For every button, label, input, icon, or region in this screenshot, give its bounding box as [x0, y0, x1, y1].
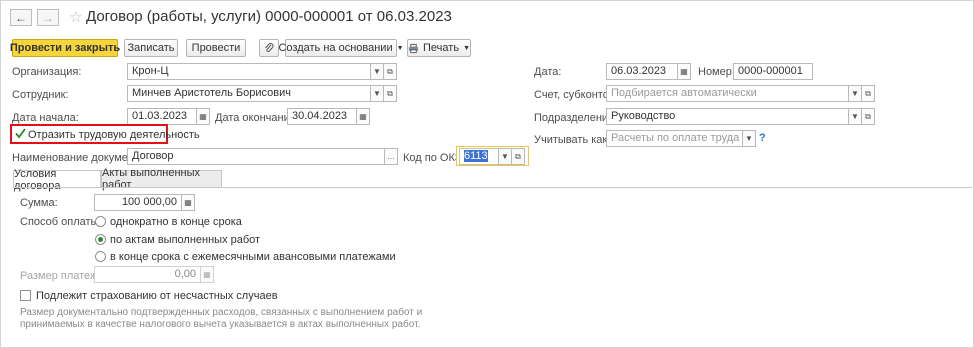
payment-size-field[interactable]: 0,00: [94, 266, 201, 283]
okz-dropdown-button[interactable]: ▼: [498, 148, 512, 165]
start-date-label: Дата начала:: [12, 112, 79, 124]
open-link-icon: ⧉: [865, 88, 871, 98]
account-field[interactable]: Подбирается автоматически: [606, 85, 854, 102]
account-as-dropdown-button[interactable]: ▼: [742, 130, 756, 147]
department-label: Подразделение:: [534, 112, 618, 124]
payment-method-label: Способ оплаты:: [20, 216, 102, 228]
date-field[interactable]: 06.03.2023: [606, 63, 678, 80]
number-label: Номер:: [698, 66, 735, 78]
tab-divider: [13, 187, 972, 188]
arrow-left-icon: ←: [15, 10, 27, 25]
employee-open-button[interactable]: ⧉: [383, 85, 397, 102]
okz-selected-text: 6113: [464, 150, 488, 162]
date-calendar-button[interactable]: ▦: [677, 63, 691, 80]
organization-label: Организация:: [12, 66, 82, 78]
post-and-close-button[interactable]: Провести и закрыть: [10, 39, 120, 57]
save-button[interactable]: Записать: [124, 39, 178, 57]
paperclip-icon: [265, 43, 274, 53]
calendar-icon: ▦: [199, 112, 207, 121]
employee-field[interactable]: Минчев Аристотель Борисович: [127, 85, 371, 102]
tab-contract-terms[interactable]: Условия договора: [13, 168, 101, 192]
tab-acts[interactable]: Акты выполненных работ: [101, 167, 222, 191]
department-open-button[interactable]: ⧉: [861, 108, 875, 125]
insurance-label: Подлежит страхованию от несчастных случа…: [36, 290, 278, 302]
payment-option-monthly-radio[interactable]: [95, 251, 106, 262]
organization-open-button[interactable]: ⧉: [383, 63, 397, 80]
calendar-icon: ▦: [359, 112, 367, 121]
favorite-star-icon[interactable]: ☆: [69, 8, 82, 26]
forward-button[interactable]: →: [37, 9, 59, 26]
chevron-down-icon: ▼: [373, 89, 381, 98]
help-icon[interactable]: ?: [759, 132, 766, 144]
chevron-down-icon: ▼: [373, 67, 381, 76]
document-name-field[interactable]: Договор: [127, 148, 385, 165]
open-link-icon: ⧉: [865, 111, 871, 121]
account-as-field[interactable]: Расчеты по оплате труда: [606, 130, 743, 147]
account-dropdown-button[interactable]: ▼: [848, 85, 862, 102]
sum-label: Сумма:: [20, 197, 58, 209]
sum-calculator-button[interactable]: ▦: [181, 194, 195, 211]
print-button[interactable]: Печать ▼: [407, 39, 471, 57]
info-note: Размер документально подтвержденных расх…: [20, 307, 423, 330]
create-based-button[interactable]: Создать на основании ▼: [278, 39, 404, 57]
create-based-label: Создать на основании: [278, 42, 393, 54]
back-button[interactable]: ←: [10, 9, 32, 26]
calculator-icon: ▦: [184, 198, 192, 207]
calendar-icon: ▦: [680, 67, 688, 76]
number-field[interactable]: 0000-000001: [733, 63, 813, 80]
sum-field[interactable]: 100 000,00: [94, 194, 182, 211]
date-label: Дата:: [534, 66, 562, 78]
open-link-icon: ⧉: [515, 151, 521, 161]
print-label: Печать: [423, 42, 460, 54]
labor-activity-checkbox[interactable]: [15, 128, 26, 139]
chevron-down-icon: ▼: [501, 152, 509, 161]
employee-label: Сотрудник:: [12, 89, 69, 101]
checkmark-icon: [15, 128, 26, 139]
department-dropdown-button[interactable]: ▼: [848, 108, 862, 125]
organization-field[interactable]: Крон-Ц: [127, 63, 371, 80]
account-label: Счет, субконто:: [534, 89, 612, 101]
start-date-field[interactable]: 01.03.2023: [127, 108, 197, 125]
payment-option-once-radio[interactable]: [95, 216, 106, 227]
start-date-calendar-button[interactable]: ▦: [196, 108, 210, 125]
department-field[interactable]: Руководство: [606, 108, 854, 125]
attach-button[interactable]: [259, 39, 279, 57]
chevron-down-icon: ▼: [463, 44, 470, 52]
end-date-calendar-button[interactable]: ▦: [356, 108, 370, 125]
arrow-right-icon: →: [42, 10, 54, 25]
payment-option-acts-radio[interactable]: [95, 234, 106, 245]
payment-size-calculator-button[interactable]: ▦: [200, 266, 214, 283]
employee-dropdown-button[interactable]: ▼: [370, 85, 384, 102]
labor-activity-label: Отразить трудовую деятельность: [28, 129, 200, 141]
chevron-down-icon: ▼: [396, 44, 404, 52]
account-as-label: Учитывать как:: [534, 134, 611, 146]
document-name-more-button[interactable]: …: [384, 148, 398, 165]
ellipsis-icon: …: [387, 152, 395, 161]
post-button[interactable]: Провести: [186, 39, 246, 57]
open-link-icon: ⧉: [387, 88, 393, 98]
chevron-down-icon: ▼: [851, 89, 859, 98]
insurance-checkbox[interactable]: [20, 290, 31, 301]
account-open-button[interactable]: ⧉: [861, 85, 875, 102]
page-title: Договор (работы, услуги) 0000-000001 от …: [86, 8, 452, 25]
calculator-icon: ▦: [203, 270, 211, 279]
chevron-down-icon: ▼: [745, 134, 753, 143]
okz-open-button[interactable]: ⧉: [511, 148, 525, 165]
payment-option-once-label: однократно в конце срока: [110, 216, 242, 228]
payment-option-monthly-label: в конце срока с ежемесячными авансовыми …: [110, 251, 396, 263]
end-date-field[interactable]: 30.04.2023: [287, 108, 357, 125]
open-link-icon: ⧉: [387, 66, 393, 76]
okz-field[interactable]: 6113: [459, 148, 499, 165]
printer-icon: [408, 43, 419, 53]
payment-option-acts-label: по актам выполненных работ: [110, 234, 261, 246]
organization-dropdown-button[interactable]: ▼: [370, 63, 384, 80]
chevron-down-icon: ▼: [851, 112, 859, 121]
